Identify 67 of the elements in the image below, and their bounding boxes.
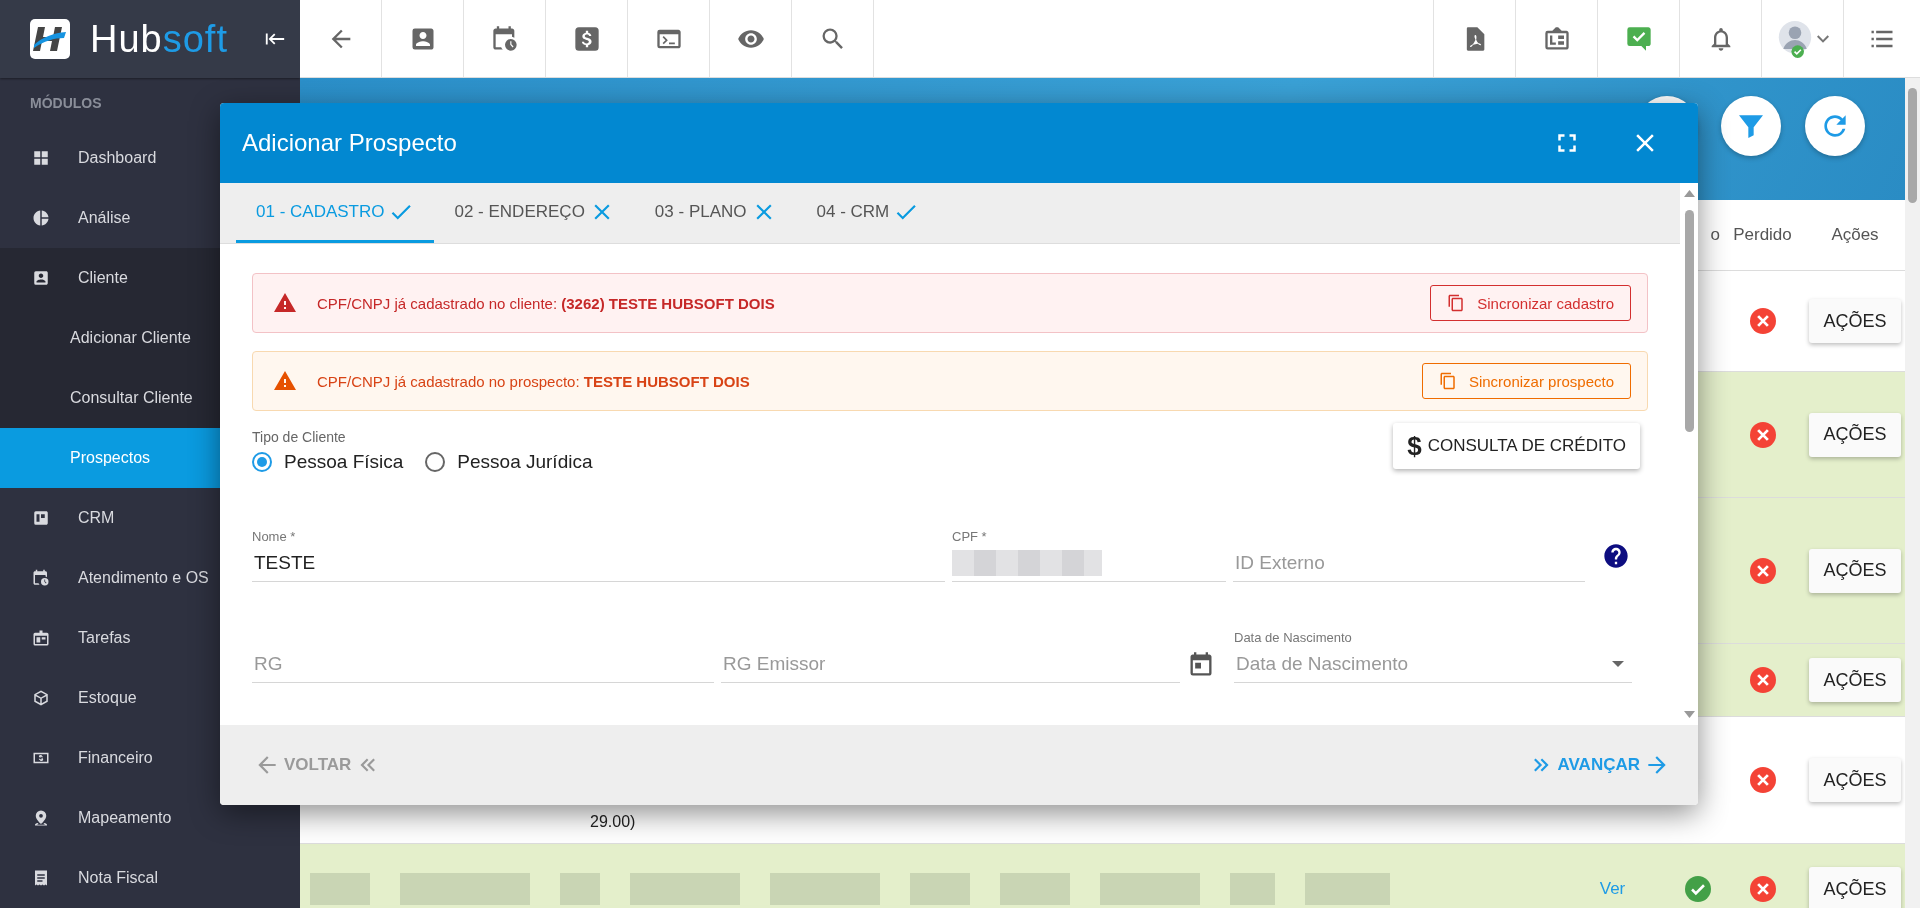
warning-icon (273, 291, 297, 315)
text-field[interactable]: ID Externo (1233, 545, 1585, 582)
logo-text: Hubsoft (90, 20, 228, 58)
cube-icon (32, 689, 50, 707)
toolbar-button[interactable] (1433, 0, 1516, 77)
dollar-icon: $ (1407, 430, 1422, 462)
board-icon (32, 509, 50, 527)
scrollbar[interactable] (1905, 78, 1920, 908)
column-header: Perdido (1733, 225, 1792, 245)
chevron-down-icon (1816, 34, 1829, 43)
field-label: Data de Nascimento (1234, 630, 1352, 646)
logo-mark-icon (30, 19, 70, 59)
actions-button[interactable]: AÇÕES (1809, 758, 1901, 802)
section-title: MÓDULOS (29, 93, 103, 113)
dialog-title: Adicionar Prospecto (242, 129, 457, 157)
dropdown-arrow-icon[interactable] (1612, 661, 1624, 667)
calendar-clock-icon (32, 569, 50, 587)
scroll-thumb[interactable] (1908, 88, 1917, 203)
column-header: Ações (1831, 225, 1879, 245)
board-icon (1542, 24, 1571, 53)
field-label: Nome * (252, 529, 296, 545)
actions-button[interactable]: AÇÕES (1809, 299, 1901, 343)
alert-message: CPF/CNPJ já cadastrado no prospecto: TESTE HUBSOFT DOIS (317, 372, 751, 390)
actions-button[interactable]: AÇÕES (1809, 658, 1901, 702)
contact-card-icon (32, 269, 50, 287)
refresh-button[interactable] (1805, 96, 1865, 156)
date-field[interactable]: Data de Nascimento (1234, 646, 1632, 683)
actions-button[interactable]: AÇÕES (1809, 548, 1901, 593)
sync-button[interactable]: Sincronizar cadastro (1430, 285, 1631, 321)
sidebar-item[interactable]: Mapeamento (0, 788, 300, 848)
actions-button[interactable]: AÇÕES (1809, 412, 1901, 457)
scroll-thumb[interactable] (1684, 210, 1694, 432)
dashboard-icon (32, 149, 50, 167)
credit-check-button[interactable]: $ CONSULTA DE CRÉDITO (1393, 423, 1640, 469)
scroll-down-icon[interactable] (1683, 711, 1695, 718)
field-label: CPF * (952, 529, 987, 545)
pie-chart-icon (32, 209, 50, 227)
redacted-block (310, 873, 370, 905)
radio-option[interactable]: Pessoa Jurídica (425, 451, 593, 473)
step-tab[interactable]: 03 - PLANO (634, 183, 797, 243)
text-field[interactable]: RG (252, 646, 714, 683)
sidebar-item[interactable]: Nota Fiscal (0, 848, 300, 908)
filter-button[interactable] (1721, 96, 1781, 156)
help-icon[interactable] (1602, 541, 1630, 570)
column-header: o (1710, 225, 1720, 245)
redacted-block (1000, 873, 1070, 905)
briefcase-icon (32, 629, 50, 647)
copy-icon (1447, 294, 1466, 312)
step-tab[interactable]: 02 - ENDEREÇO (434, 183, 635, 243)
actions-button[interactable]: AÇÕES (1809, 867, 1901, 908)
scroll-up-icon[interactable] (1683, 190, 1695, 197)
copy-icon (1438, 372, 1457, 390)
redacted-block (910, 873, 970, 905)
text-field[interactable]: TESTE (252, 545, 945, 582)
receipt-icon (32, 869, 50, 887)
calendar-clock-icon (490, 24, 519, 53)
map-pin-icon (32, 809, 50, 827)
warning-icon (273, 369, 297, 393)
dollar-icon (572, 24, 601, 53)
text-field[interactable]: RG Emissor (721, 646, 1180, 683)
alert-message: CPF/CNPJ já cadastrado no cliente: (3262) TESTE HUBSOFT DOIS (317, 294, 776, 312)
table-cell-text: 29.00) (589, 813, 636, 832)
chat-check-icon (1624, 24, 1653, 53)
redacted-block (1230, 873, 1275, 905)
redacted-block (560, 873, 600, 905)
sidebar-item[interactable]: Cliente (0, 248, 300, 308)
step-tab[interactable]: 04 - CRM (796, 183, 940, 243)
